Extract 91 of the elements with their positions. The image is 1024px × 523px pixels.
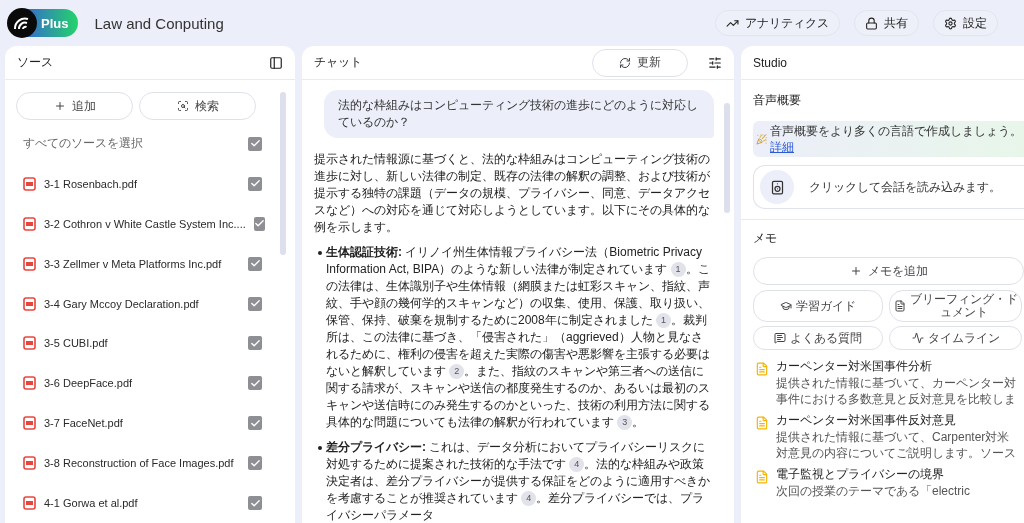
lock-icon [865,16,878,30]
checkbox[interactable] [248,176,262,191]
answer-paragraph: 提示された情報源に基づくと、法的な枠組みはコンピューティング技術の進歩に対し、新しい法律の制定、既存の法律の解釈の調整、および技術が提示する独特の課題（データの規模、プライバシー、同意、データアクセスなど）への対応を通じて対応しようとしています。以下にその具体的な例を示します。 [314,151,711,236]
citation-badge[interactable]: 2 [449,364,465,380]
tool-button[interactable]: タイムライン [889,326,1022,350]
checkbox[interactable] [248,136,262,151]
source-item[interactable]: 3-8 Reconstruction of Face Images.pdf [44,457,240,470]
note-preview: 提供された情報に基づいて、カーペンター対 [776,375,1016,391]
add-source-button[interactable]: 追加 [16,92,133,120]
pdf-file-icon [23,296,36,311]
message-icon [774,332,786,344]
section-title: 音声概要 [753,92,802,109]
source-item[interactable]: 3-2 Cothron v White Castle System Inc.... [44,217,246,230]
note-preview: 事件における多数意見と反対意見を比較しま [776,391,1016,407]
pdf-file-icon [23,456,36,471]
checkbox[interactable] [248,336,262,351]
note-preview: 提供された情報に基づいて、Carpenter対米 [776,429,1011,445]
tool-button[interactable]: よくある質問 [753,326,883,350]
settings-icon [944,16,957,30]
note-icon [755,470,769,484]
source-item[interactable]: 4-1 Gorwa et al.pdf [44,497,240,510]
speaker-icon [760,170,794,204]
checkbox[interactable] [248,456,262,471]
party-icon [756,133,767,145]
panel-title: チャット [314,54,363,71]
pdf-file-icon [23,416,36,431]
citation-badge[interactable]: 1 [670,262,686,278]
search-button[interactable]: 検索 [139,92,256,120]
answer-bullet: 差分プライバシー: これは、データ分析においてプライバシーリスクに対処するために提案された技術的な手法です 4 。法的な枠組みや政策決定者は、差分プライバシーが提供する保証をどのように適用すべきかを考慮することが推奨されています 4 。差分プライバシーでは、プライバシーパラメータ [326,439,711,523]
select-all-label: すべてのソースを選択 [23,135,144,153]
logo-icon [7,8,37,38]
source-item[interactable]: 3-3 Zellmer v Meta Platforms Inc.pdf [44,257,240,270]
note-icon [755,416,769,430]
checkbox[interactable] [248,496,262,511]
audio-card[interactable]: クリックして会話を読み込みます。 [753,165,1024,209]
notebook-title: Law and Conputing [94,14,224,32]
pdf-file-icon [23,496,36,511]
note-title[interactable]: カーペンター対米国事件分析 [776,358,1016,375]
checkbox[interactable] [253,216,265,231]
plus-icon [849,265,862,277]
plan-label: Plus [41,15,69,31]
checkbox[interactable] [248,256,262,271]
plus-icon [53,100,66,112]
panel-title: Studio [753,55,789,70]
refresh-button[interactable]: 更新 [592,48,688,77]
document-icon [893,300,906,312]
note-title[interactable]: カーペンター対米国事件反対意見 [776,412,1016,429]
scrollbar[interactable] [280,92,286,255]
refresh-icon [619,56,631,69]
pdf-file-icon [23,176,36,191]
source-item[interactable]: 3-5 CUBI.pdf [44,337,240,350]
details-link[interactable]: 詳細 [770,140,794,154]
user-question: 法的な枠組みはコンピューティング技術の進歩にどのように対応しているのか？ [324,90,714,138]
tool-button[interactable]: 学習ガイド [753,290,883,322]
note-preview: 対意見の内容についてご説明します。ソース [776,445,1016,461]
scrollbar[interactable] [724,103,730,213]
note-title[interactable]: 電子監視とプライバシーの境界 [776,466,970,483]
source-item[interactable]: 3-6 DeepFace.pdf [44,377,240,390]
bullet-dot [318,446,322,450]
tool-button[interactable]: ブリーフィング・ド ュメント [889,290,1022,322]
checkbox[interactable] [248,296,262,311]
pdf-file-icon [23,256,36,271]
audio-card-text: クリックして会話を読み込みます。 [809,178,1001,196]
bullet-dot [318,251,322,255]
citation-badge[interactable]: 3 [617,415,633,431]
citation-badge[interactable]: 4 [521,491,537,507]
panel-title: ソース [17,54,54,71]
search-icon [176,100,189,112]
pdf-file-icon [23,216,36,231]
header-button[interactable]: 設定 [933,10,998,36]
source-item[interactable]: 3-1 Rosenbach.pdf [44,177,240,190]
add-memo-button[interactable]: メモを追加 [753,257,1024,285]
citation-badge[interactable]: 1 [656,313,672,329]
pdf-file-icon [23,336,36,351]
banner-text: 音声概要をより多くの言語で作成しましょう。 詳細 [770,123,1023,155]
source-item[interactable]: 3-7 FaceNet.pdf [44,417,240,430]
note-preview: 次回の授業のテーマである「electric [776,483,970,499]
panel-toggle-icon[interactable] [269,55,283,70]
answer-bullet: 生体認証技術: イリノイ州生体情報プライバシー法（Biometric Privacy Information Act, BIPA）のような新しい法律が制定されています 1 。この法律は、生体識別子や生体情報（網膜または虹彩スキャン、指紋、声紋、手や顔の幾何学的スキャンなど）の収集、使用、保護、取り扱い、保管、保持、破棄を規制するために2008年に制定されました 1 。裁判所は、この法律に基づき、「侵害された」（aggrieved）人物と見なされるために、権利の侵害を超えた実際の傷害や悪影響を主張する必要はないと解釈しています 2 。また、指紋のスキャンや第三者への送信に関する請求が、スキャンや送信の都度発生するのか、あるいは最初のスキャンや送信時にのみ発生するのかといった、技術の利用方法に関する具体的な問題についても法律の解釈が行われています 3 。 [326,244,711,431]
sliders-icon[interactable] [708,55,722,70]
header-button[interactable]: アナリティクス [715,10,840,36]
checkbox[interactable] [248,416,262,431]
section-title: メモ [753,230,778,247]
header-button[interactable]: 共有 [854,10,919,36]
activity-icon [911,332,924,344]
source-item[interactable]: 3-4 Gary Mccoy Declaration.pdf [44,297,240,310]
note-icon [755,362,769,376]
checkbox[interactable] [248,376,262,391]
graduation-cap-icon [780,300,792,312]
citation-badge[interactable]: 4 [569,457,585,473]
pdf-file-icon [23,376,36,391]
